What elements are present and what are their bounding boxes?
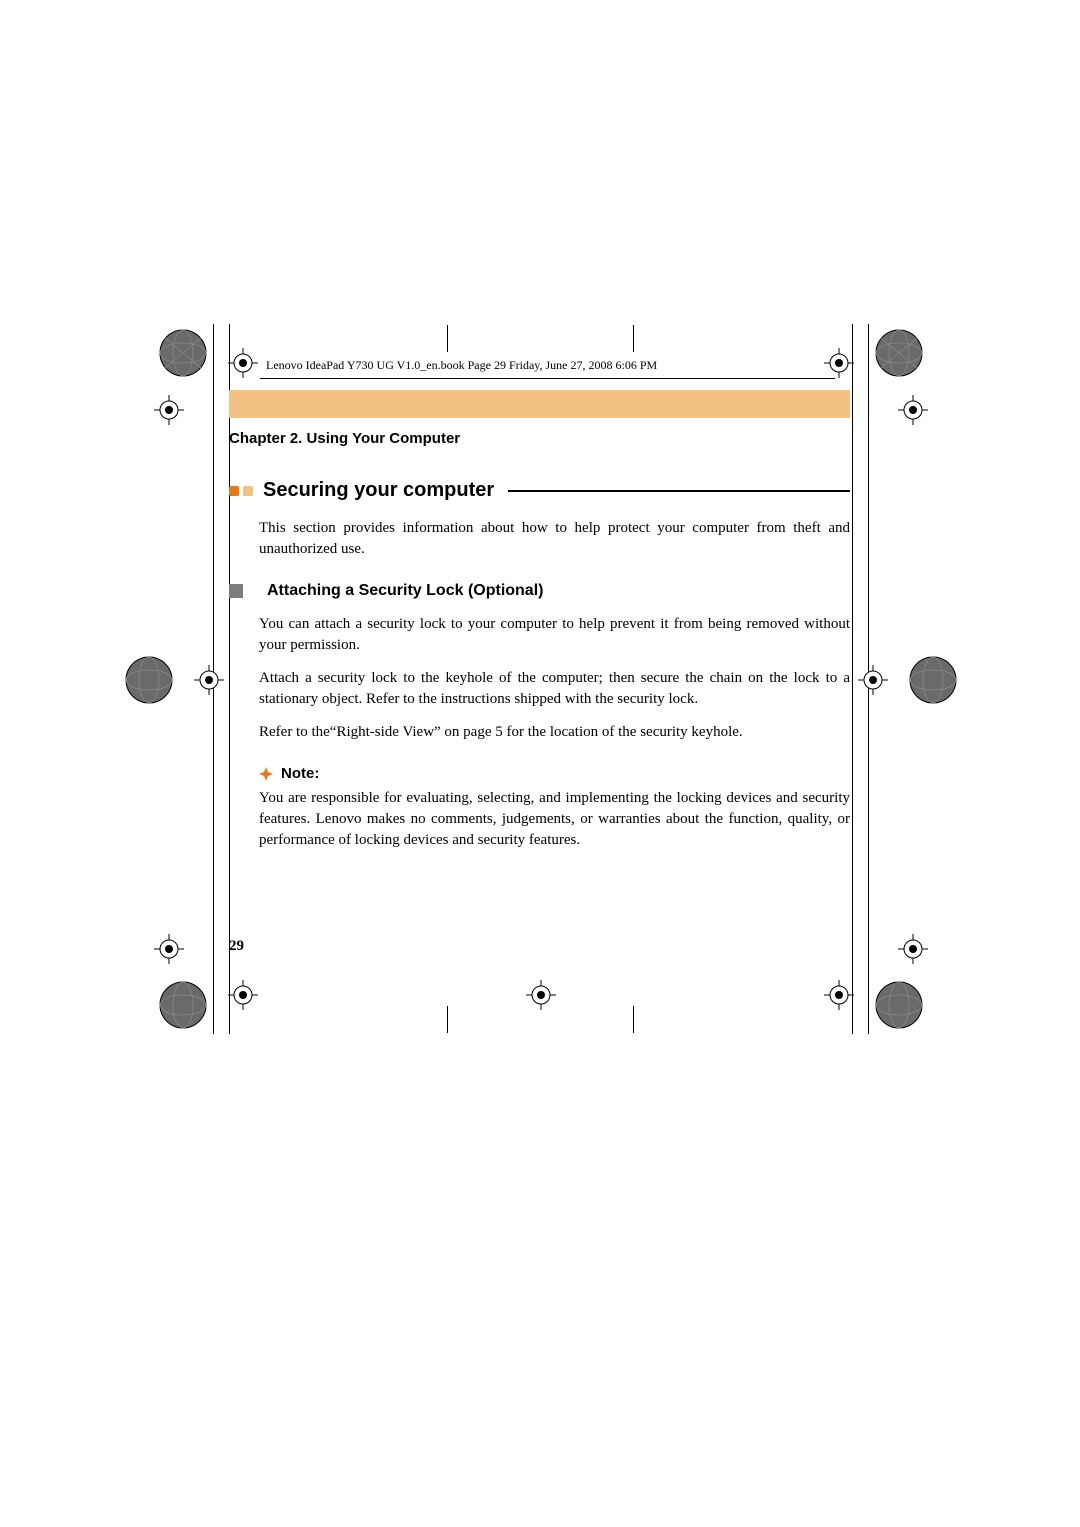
registration-mark-icon (874, 328, 924, 378)
note-heading: Note: (259, 765, 850, 782)
section-title: Securing your computer (263, 479, 494, 502)
subsection-para1: You can attach a security lock to your c… (259, 614, 850, 656)
header-rule (260, 378, 835, 379)
crop-rail (852, 324, 853, 1034)
document-page: Lenovo IdeaPad Y730 UG V1.0_en.book Page… (0, 0, 1080, 1527)
chapter-title: Chapter 2. Using Your Computer (229, 430, 850, 447)
note-text: You are responsible for evaluating, sele… (259, 788, 850, 851)
book-header-text: Lenovo IdeaPad Y730 UG V1.0_en.book Page… (266, 358, 657, 373)
note-label: Note: (281, 765, 319, 782)
registration-mark-icon (158, 980, 208, 1030)
crosshair-icon (154, 395, 184, 425)
page-number: 29 (229, 938, 244, 955)
crosshair-icon (154, 934, 184, 964)
registration-mark-icon (158, 328, 208, 378)
subsection-title: Attaching a Security Lock (Optional) (267, 582, 543, 600)
crosshair-icon (898, 395, 928, 425)
crosshair-icon (228, 348, 258, 378)
subsection-heading: Attaching a Security Lock (Optional) (229, 582, 850, 600)
crop-tick (633, 325, 634, 352)
book-header: Lenovo IdeaPad Y730 UG V1.0_en.book Page… (260, 358, 820, 373)
bullet-peach-icon (243, 486, 253, 496)
bullet-gray-icon (229, 584, 243, 598)
section-rule (508, 490, 850, 492)
crosshair-icon (194, 665, 224, 695)
section-intro: This section provides information about … (259, 518, 850, 560)
subsection-para2: Attach a security lock to the keyhole of… (259, 668, 850, 710)
section-heading: Securing your computer (229, 479, 850, 502)
registration-mark-icon (124, 655, 174, 705)
registration-mark-icon (908, 655, 958, 705)
crop-tick (447, 325, 448, 352)
crosshair-icon (898, 934, 928, 964)
registration-mark-icon (874, 980, 924, 1030)
page-content: Chapter 2. Using Your Computer Securing … (229, 430, 850, 1072)
crosshair-icon (824, 348, 854, 378)
crosshair-icon (858, 665, 888, 695)
bullet-orange-icon (229, 486, 239, 496)
peach-band (229, 390, 850, 418)
note-icon (259, 767, 273, 781)
subsection-para3: Refer to the“Right-side View” on page 5 … (259, 722, 850, 743)
